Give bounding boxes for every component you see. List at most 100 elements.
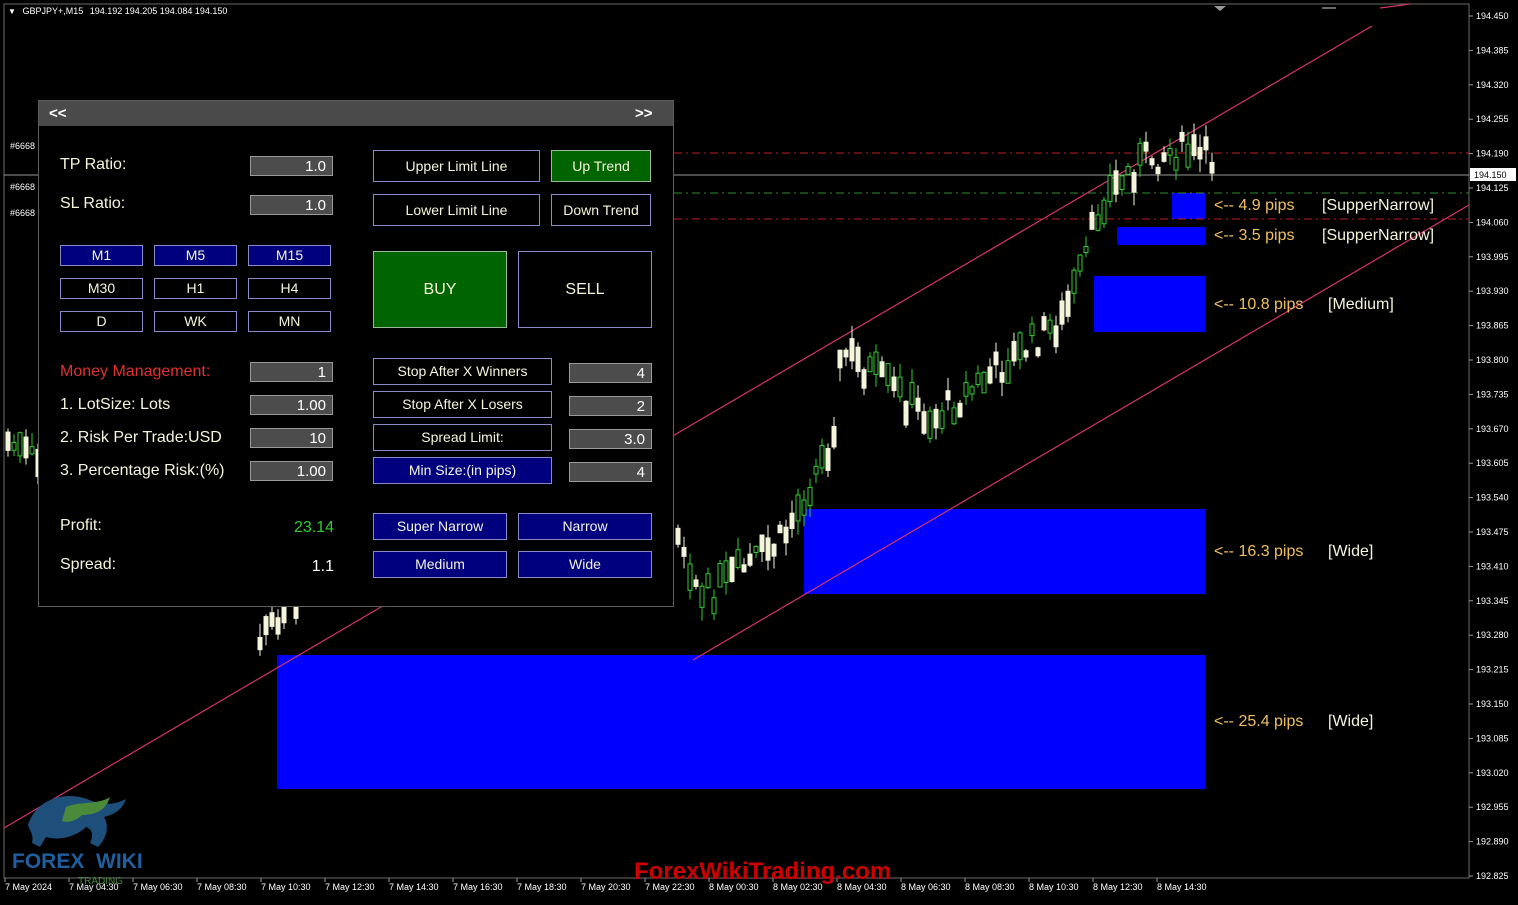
spread-limit-button[interactable]: Spread Limit: (373, 424, 552, 451)
candle-body (1035, 347, 1041, 357)
price-tick-label: 192.825 (1476, 871, 1509, 881)
percentage-risk-input[interactable]: 1.00 (250, 461, 333, 481)
sl-ratio-label: SL Ratio: (60, 195, 126, 212)
price-tick-label: 193.215 (1476, 665, 1509, 675)
tf-wk-button[interactable]: WK (154, 311, 237, 332)
candle-body (819, 444, 825, 469)
panel-collapse-button[interactable]: << (49, 105, 67, 122)
spread-label: Spread: (60, 556, 117, 573)
candle-body (1131, 172, 1137, 193)
wide-button[interactable]: Wide (518, 551, 652, 578)
stop-losers-input[interactable]: 2 (569, 396, 652, 416)
upper-limit-line-button[interactable]: Upper Limit Line (373, 150, 540, 182)
percentage-risk-label: 3. Percentage Risk:(%) (60, 462, 225, 479)
candle-body (915, 397, 921, 412)
line-tag-3: #6668 (10, 208, 36, 218)
candle-body (807, 486, 813, 506)
lower-limit-line-button[interactable]: Lower Limit Line (373, 194, 540, 226)
down-trend-button[interactable]: Down Trend (551, 194, 651, 226)
candle-body (927, 410, 933, 439)
candle-body (1071, 269, 1077, 294)
stop-after-losers-button[interactable]: Stop After X Losers (373, 391, 552, 418)
candle-body (885, 363, 891, 387)
tf-h4-button[interactable]: H4 (248, 278, 331, 299)
candle-body (681, 546, 687, 557)
candle-body (705, 573, 711, 589)
candle-body (825, 448, 831, 471)
price-tick-label: 194.450 (1476, 11, 1509, 21)
candle-body (1065, 290, 1071, 317)
price-tick-label: 194.255 (1476, 114, 1509, 124)
panel-header[interactable]: << >> (39, 101, 673, 126)
tf-m5-button[interactable]: M5 (154, 245, 237, 266)
tf-mn-button[interactable]: MN (248, 311, 331, 332)
min-size-input[interactable]: 4 (569, 462, 652, 482)
line-tag-2: #6668 (10, 182, 36, 192)
candle-body (837, 349, 843, 369)
price-tick-label: 193.085 (1476, 733, 1509, 743)
candle-body (687, 563, 693, 591)
risk-per-trade-label: 2. Risk Per Trade:USD (60, 429, 222, 446)
zone-type-label: [Medium] (1328, 296, 1394, 313)
time-tick-label: 8 May 10:30 (1029, 882, 1079, 892)
forex-wiki-logo: FOREX WIKI TRADING (6, 785, 166, 889)
narrow-button[interactable]: Narrow (518, 513, 652, 540)
watermark-text: ForexWikiTrading.com (634, 858, 892, 885)
time-tick-label: 7 May 18:30 (517, 882, 567, 892)
candle-body (861, 369, 867, 389)
logo-text-forex: FOREX (12, 850, 84, 873)
zone-type-label: [Wide] (1328, 543, 1374, 560)
triangle-down-icon[interactable]: ▼ (8, 7, 16, 16)
stop-after-winners-button[interactable]: Stop After X Winners (373, 358, 552, 385)
tf-m1-button[interactable]: M1 (60, 245, 143, 266)
profit-value: 23.14 (293, 519, 334, 536)
time-axis: 7 May 2024 7 May 04:30 7 May 06:30 7 May 08… (4, 878, 1207, 892)
price-tick-label: 194.060 (1476, 217, 1509, 227)
zone-type-label: [Wide] (1328, 713, 1374, 730)
zone-pips-label: <-- 16.3 pips (1214, 543, 1304, 560)
price-tick-label: 194.190 (1476, 149, 1509, 159)
spread-limit-input[interactable]: 3.0 (569, 429, 652, 449)
risk-per-trade-input[interactable]: 10 (250, 428, 333, 448)
candle-body (1089, 211, 1095, 230)
sl-ratio-input[interactable]: 1.0 (250, 195, 333, 215)
candle-body (813, 465, 819, 475)
symbol-name: GBPJPY+,M15 (22, 6, 84, 16)
tf-m15-button[interactable]: M15 (248, 245, 331, 266)
medium-button[interactable]: Medium (373, 551, 507, 578)
up-trend-button[interactable]: Up Trend (551, 150, 651, 182)
time-tick-label: 7 May 10:30 (261, 882, 311, 892)
lotsize-input[interactable]: 1.00 (250, 395, 333, 415)
time-tick-label: 7 May 16:30 (453, 882, 503, 892)
sell-button[interactable]: SELL (518, 251, 652, 328)
time-tick-label: 7 May 08:30 (197, 882, 247, 892)
tp-ratio-input[interactable]: 1.0 (250, 156, 333, 176)
price-tick-label: 193.995 (1476, 252, 1509, 262)
candle-body (855, 346, 861, 372)
price-tick-label: 193.735 (1476, 389, 1509, 399)
panel-expand-button[interactable]: >> (635, 105, 653, 122)
price-tick-label: 192.955 (1476, 802, 1509, 812)
min-size-button[interactable]: Min Size:(in pips) (373, 457, 552, 484)
time-tick-label: 8 May 08:30 (965, 882, 1015, 892)
candle-body (693, 579, 699, 587)
tf-m30-button[interactable]: M30 (60, 278, 143, 299)
tf-d-button[interactable]: D (60, 311, 143, 332)
tf-h1-button[interactable]: H1 (154, 278, 237, 299)
candle-body (1125, 165, 1131, 175)
candle-body (735, 549, 741, 569)
stop-winners-input[interactable]: 4 (569, 363, 652, 383)
super-narrow-button[interactable]: Super Narrow (373, 513, 507, 540)
zone-pips-label: <-- 3.5 pips (1214, 227, 1295, 244)
money-management-input[interactable]: 1 (250, 362, 333, 382)
candle-body (981, 371, 987, 394)
candle-body (999, 372, 1005, 383)
candle-body (1209, 162, 1215, 174)
tp-ratio-label: TP Ratio: (60, 156, 127, 173)
candle-body (783, 526, 789, 544)
candle-body (741, 564, 747, 573)
buy-button[interactable]: BUY (373, 251, 507, 328)
candle-body (753, 545, 759, 553)
logo-text-wiki: WIKI (96, 850, 143, 873)
candle-body (759, 534, 765, 553)
